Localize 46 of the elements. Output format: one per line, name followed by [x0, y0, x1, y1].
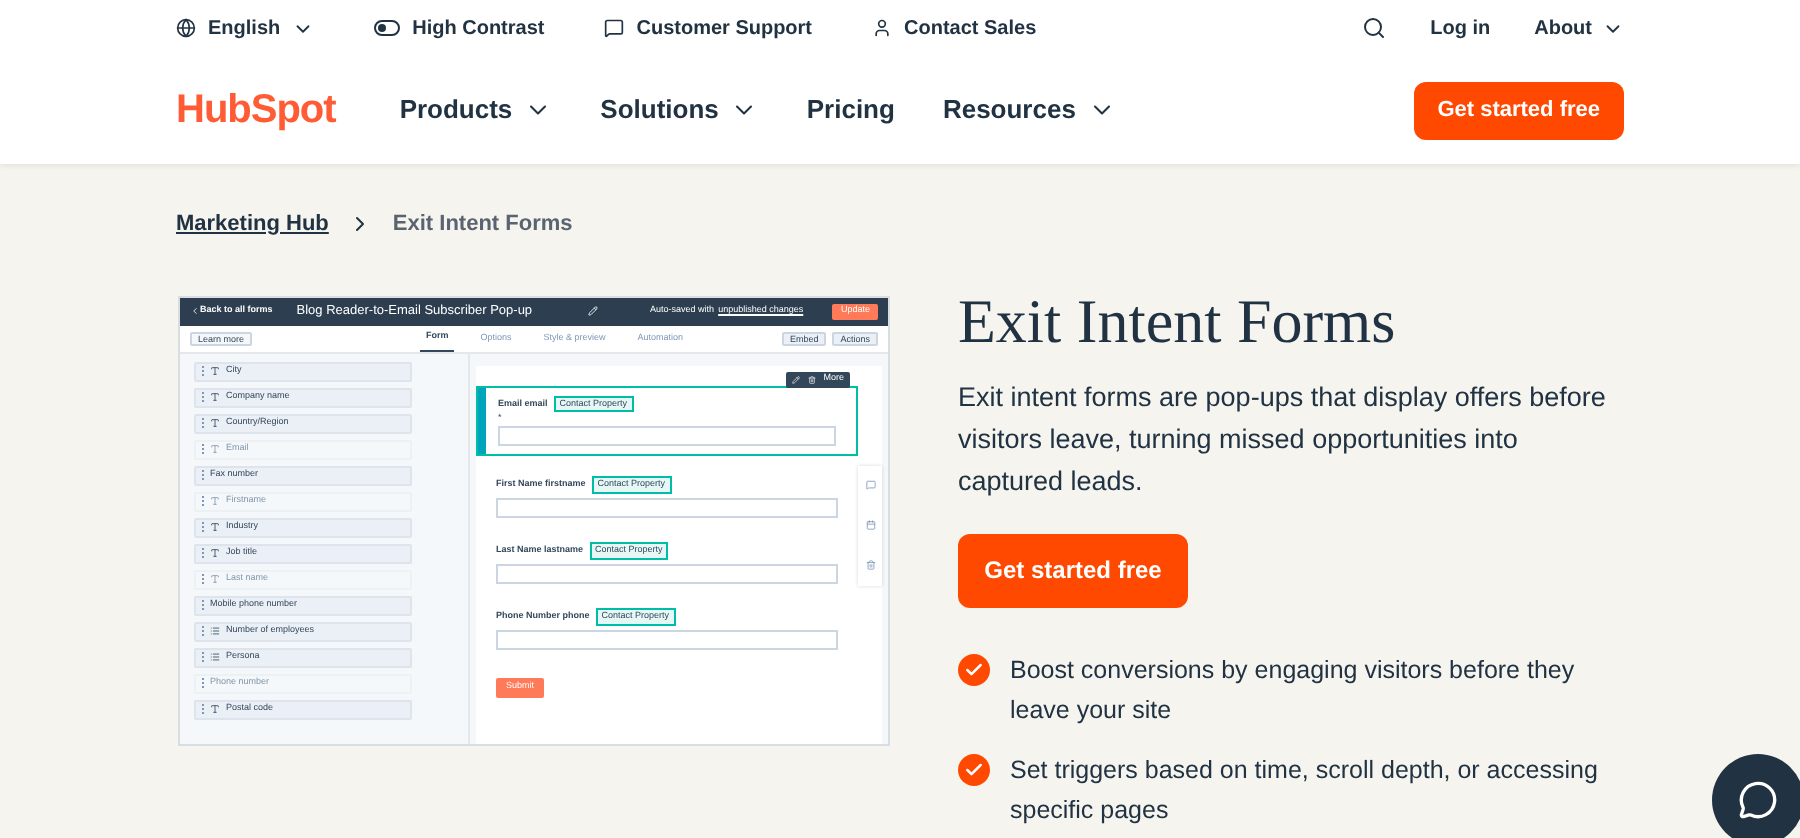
text-field-icon [210, 496, 220, 506]
trash-icon[interactable] [865, 560, 875, 570]
nav-menu-item[interactable]: Solutions [600, 90, 759, 130]
check-icon [958, 653, 990, 685]
toggle-icon [374, 20, 401, 36]
pencil-icon[interactable] [791, 375, 800, 383]
text-field-icon [210, 522, 220, 532]
feature-text: Boost conversions by engaging visitors before they leave your site [1010, 653, 1577, 728]
language-selector[interactable]: English [176, 13, 315, 43]
breadcrumb-link[interactable]: Marketing Hub [176, 208, 329, 241]
input-field[interactable] [496, 563, 838, 584]
dropdown-field-icon [210, 652, 220, 662]
nav-menu-item[interactable]: Resources [942, 90, 1116, 130]
text-field-icon [210, 444, 220, 454]
nav-menu-item[interactable]: Pricing [806, 90, 895, 130]
customer-support-link[interactable]: Customer Support [604, 13, 813, 43]
feature-text: Set triggers based on time, scroll depth, or accessing specific pages [1010, 753, 1600, 828]
input-field[interactable] [496, 629, 838, 649]
chat-button[interactable] [1712, 754, 1800, 838]
text-field-icon [210, 704, 220, 714]
contact-sales-link[interactable]: Contact Sales [872, 13, 1037, 43]
text-field-icon [210, 548, 220, 558]
breadcrumb-current: Exit Intent Forms [392, 210, 573, 240]
nav-menu-item[interactable]: Products [399, 90, 553, 130]
input-field[interactable] [496, 498, 838, 518]
log-in-link[interactable]: Log in [1430, 13, 1491, 43]
text-field-icon [210, 574, 220, 584]
text-field-icon [210, 418, 220, 428]
high-contrast-toggle[interactable]: High Contrast [374, 13, 545, 43]
globe-icon [176, 18, 196, 38]
input-field[interactable] [498, 426, 836, 447]
chat-icon [1738, 780, 1778, 820]
check-icon [958, 753, 990, 785]
comment-icon[interactable] [865, 480, 875, 490]
about-menu[interactable]: About [1534, 13, 1624, 43]
pencil-icon [588, 306, 599, 316]
text-field-icon [210, 392, 220, 402]
calendar-icon[interactable] [865, 520, 875, 530]
search-icon[interactable] [1362, 16, 1387, 40]
text-field-icon [210, 366, 220, 376]
chevron-left-icon [190, 306, 200, 316]
chat-icon [604, 18, 625, 38]
description-text: Exit intent forms are pop-ups that display offers before visitors leave, turning missed opportunities into captured leads. [958, 379, 1608, 500]
person-icon [872, 18, 893, 38]
dropdown-field-icon [210, 626, 220, 636]
page-title: Exit Intent Forms [958, 283, 1398, 359]
